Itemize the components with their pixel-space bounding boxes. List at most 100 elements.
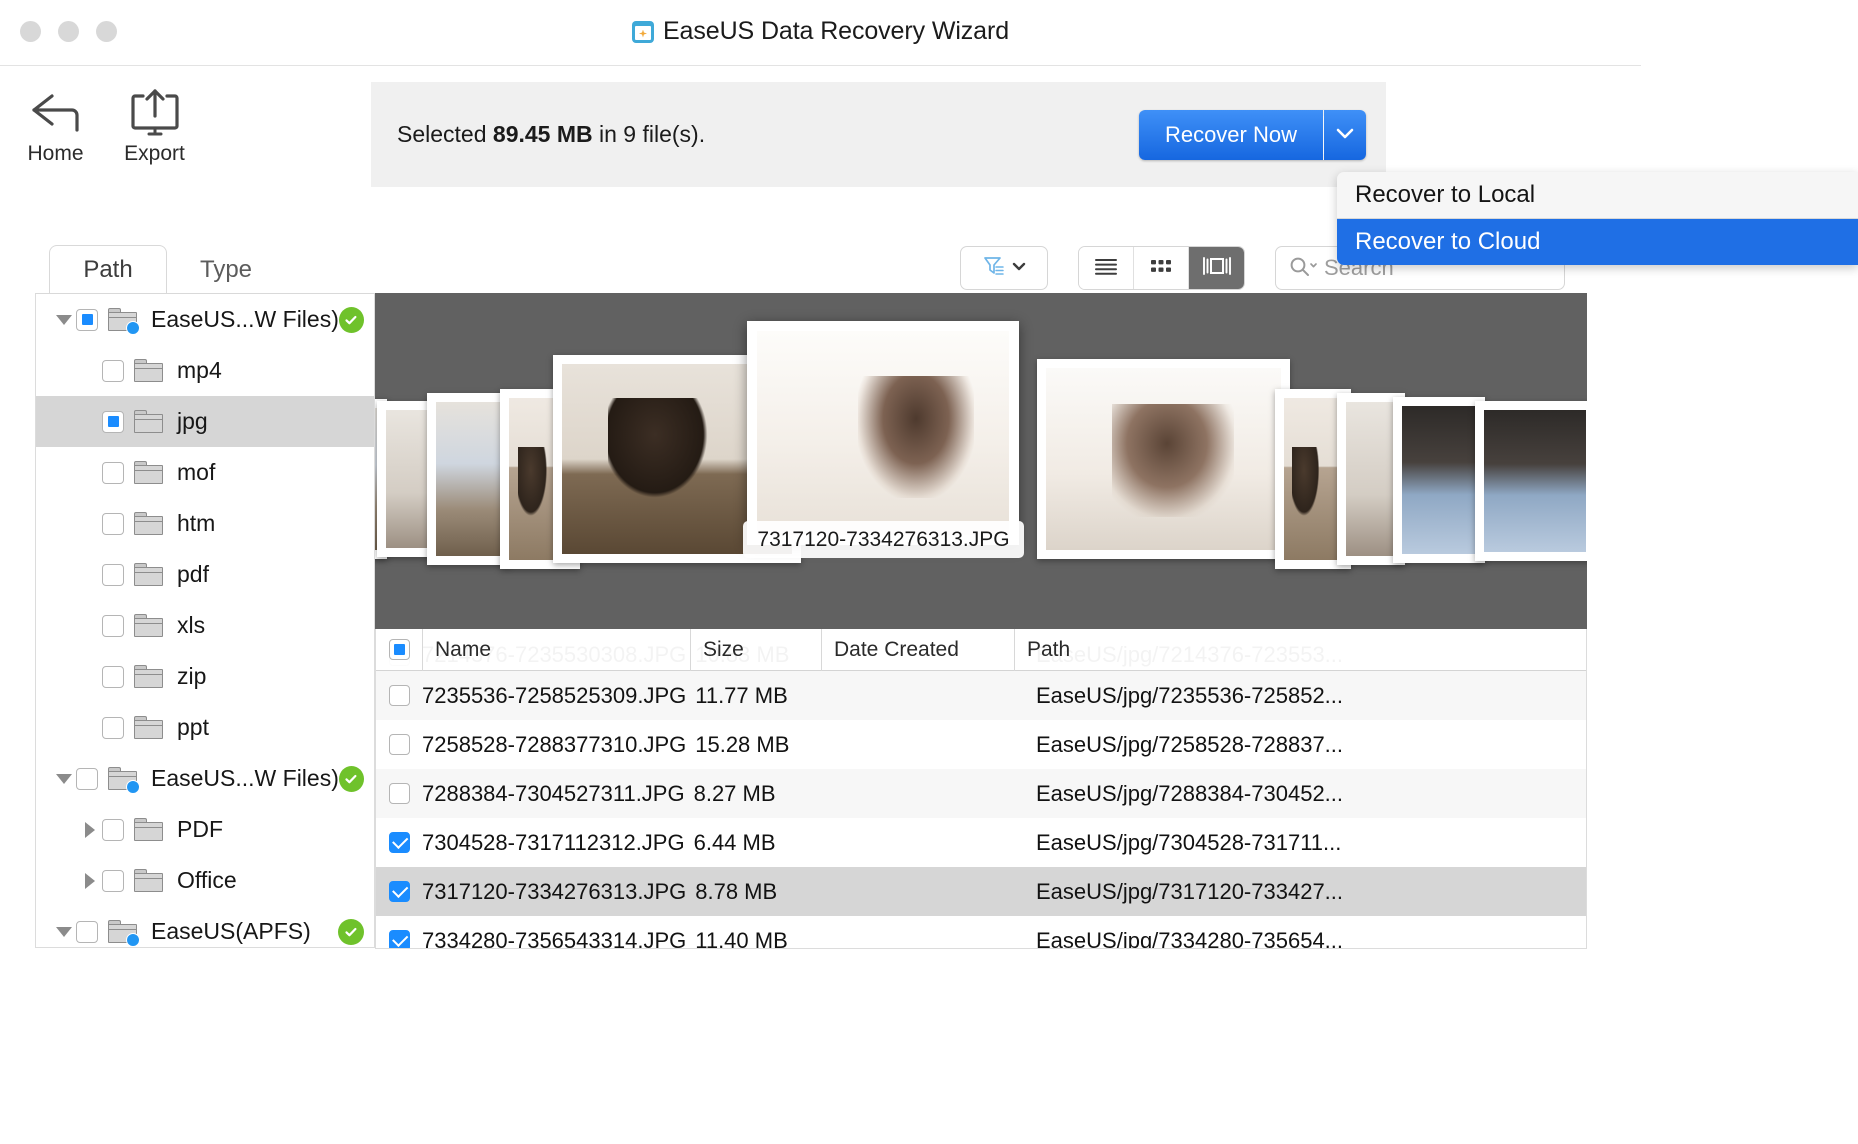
table-row[interactable]: 7288384-7304527311.JPG 8.27 MB EaseUS/jpg/…	[376, 769, 1586, 818]
file-path: EaseUS/jpg/7288384-730452...	[1036, 780, 1344, 806]
tree-item-label: xls	[177, 612, 206, 638]
chevron-right-icon[interactable]	[78, 872, 102, 889]
chevron-down-icon[interactable]	[52, 773, 76, 784]
coverflow-strip: 7317120-7334276313.JPG	[375, 293, 1587, 629]
table-row[interactable]: 7235536-7258525309.JPG 11.77 MB EaseUS/jpg…	[376, 671, 1586, 720]
row-checkbox-cell	[376, 881, 422, 902]
tree-item-checkbox[interactable]	[76, 308, 98, 331]
title-bar: EaseUS Data Recovery Wizard	[0, 0, 1641, 66]
list-view-button[interactable]	[1079, 247, 1134, 289]
tree-item-checkbox[interactable]	[102, 614, 124, 637]
tree-item-label: EaseUS...W Files)	[151, 306, 339, 332]
row-checkbox[interactable]	[388, 783, 410, 804]
folder-icon	[134, 562, 164, 587]
select-all-checkbox[interactable]	[388, 639, 410, 660]
export-button[interactable]: Export	[117, 86, 192, 166]
select-all-cell	[376, 639, 422, 660]
tree-item-checkbox[interactable]	[102, 869, 124, 892]
tree-item[interactable]: xls	[36, 600, 374, 651]
folder-icon	[134, 358, 164, 383]
tab-type[interactable]: Type	[167, 245, 285, 294]
coverflow-view-button[interactable]	[1189, 247, 1244, 289]
tree-item-checkbox[interactable]	[102, 563, 124, 586]
grid-view-button[interactable]	[1134, 247, 1189, 289]
path-tree-sidebar[interactable]: EaseUS...W Files) mp4 jpg mof htm pdf xls zip pp…	[35, 293, 375, 948]
tree-item-checkbox[interactable]	[102, 410, 124, 433]
row-checkbox[interactable]	[388, 930, 410, 948]
chevron-down-icon[interactable]	[52, 314, 76, 325]
tree-item-checkbox[interactable]	[102, 512, 124, 535]
filter-funnel-icon	[982, 254, 1006, 283]
table-row[interactable]: 7317120-7334276313.JPG 8.78 MB EaseUS/jpg/…	[376, 867, 1586, 916]
menu-item-recover-to-local[interactable]: Recover to Local	[1337, 172, 1858, 218]
folder-icon	[134, 817, 164, 842]
tree-item-checkbox[interactable]	[102, 716, 124, 739]
back-arrow-icon	[28, 86, 84, 136]
menu-item-recover-to-cloud[interactable]: Recover to Cloud	[1337, 219, 1858, 265]
tree-item-checkbox[interactable]	[76, 767, 98, 790]
column-header-path[interactable]: Path	[1014, 629, 1384, 671]
coverflow-preview[interactable]: 7317120-7334276313.JPG	[375, 293, 1587, 629]
row-checkbox[interactable]	[388, 881, 410, 902]
grid-dots-icon	[1148, 256, 1174, 281]
tree-item-label: EaseUS(APFS)	[151, 918, 311, 944]
column-header-name[interactable]: Name	[422, 629, 690, 671]
tree-item[interactable]: PDF	[36, 804, 374, 855]
tree-item-checkbox[interactable]	[102, 461, 124, 484]
filter-button[interactable]	[960, 246, 1048, 290]
row-checkbox[interactable]	[388, 734, 410, 755]
chevron-right-icon[interactable]	[78, 821, 102, 838]
tree-item-checkbox[interactable]	[102, 359, 124, 382]
recover-now-button[interactable]: Recover Now	[1138, 110, 1323, 160]
coverflow-thumbnail[interactable]	[1475, 401, 1587, 561]
tree-item-checkbox[interactable]	[102, 665, 124, 688]
tree-item-label: Office	[177, 867, 237, 893]
coverflow-thumbnail[interactable]	[1037, 359, 1290, 559]
export-upload-icon	[127, 86, 183, 136]
tree-item[interactable]: EaseUS...W Files)	[36, 753, 374, 804]
recover-button-group: Recover Now	[1138, 110, 1366, 160]
folder-icon	[134, 460, 164, 485]
tree-item[interactable]: ppt	[36, 702, 374, 753]
table-row[interactable]: 7334280-7356543314.JPG 11.40 MB EaseUS/jpg…	[376, 916, 1586, 948]
file-name: 7258528-7288377310.JPG	[422, 731, 687, 757]
tree-item-checkbox[interactable]	[102, 818, 124, 841]
tree-item-checkbox[interactable]	[76, 920, 98, 943]
tree-item[interactable]: jpg	[36, 396, 374, 447]
coverflow-selected-thumbnail[interactable]	[747, 321, 1019, 545]
column-header-size[interactable]: Size	[690, 629, 821, 671]
folder-icon	[134, 613, 164, 638]
selection-suffix: in 9 file(s).	[592, 121, 706, 147]
left-toolbar: Home Export	[0, 66, 370, 196]
tab-path[interactable]: Path	[49, 245, 167, 294]
tree-item[interactable]: htm	[36, 498, 374, 549]
tree-item-label: EaseUS...W Files)	[151, 765, 339, 791]
column-header-date[interactable]: Date Created	[821, 629, 1014, 671]
tree-item[interactable]: Office	[36, 855, 374, 906]
tree-item[interactable]: EaseUS...W Files)	[36, 294, 374, 345]
tree-item[interactable]: zip	[36, 651, 374, 702]
tree-item-label: htm	[177, 510, 216, 536]
status-check-icon	[338, 918, 364, 945]
row-checkbox-cell	[376, 685, 422, 706]
chevron-down-icon[interactable]	[52, 926, 76, 937]
tree-item[interactable]: EaseUS(APFS)	[36, 906, 374, 947]
recover-dropdown-toggle[interactable]	[1324, 110, 1366, 160]
tree-item-label: mp4	[177, 357, 222, 383]
tree-item[interactable]: pdf	[36, 549, 374, 600]
table-row[interactable]: 7258528-7288377310.JPG 15.28 MB EaseUS/jpg…	[376, 720, 1586, 769]
title-center: EaseUS Data Recovery Wizard	[0, 17, 1641, 46]
coverflow-thumbnail[interactable]	[1393, 397, 1485, 563]
tree-item[interactable]: mp4	[36, 345, 374, 396]
tree-item-label: pdf	[177, 561, 209, 587]
coverflow-thumbnail[interactable]	[427, 393, 511, 565]
row-checkbox[interactable]	[388, 832, 410, 853]
drive-folder-icon	[108, 919, 140, 947]
table-row[interactable]: 7304528-7317112312.JPG 6.44 MB EaseUS/jpg/…	[376, 818, 1586, 867]
home-button[interactable]: Home	[18, 86, 93, 166]
row-checkbox[interactable]	[388, 685, 410, 706]
recover-dropdown-menu[interactable]: Recover to Local Recover to Cloud	[1337, 172, 1858, 265]
file-size: 6.44 MB	[693, 829, 776, 855]
tree-item[interactable]: mof	[36, 447, 374, 498]
file-list-table[interactable]: 7214376-7235530308.JPG 10.83 MB EaseUS/j…	[375, 629, 1587, 949]
